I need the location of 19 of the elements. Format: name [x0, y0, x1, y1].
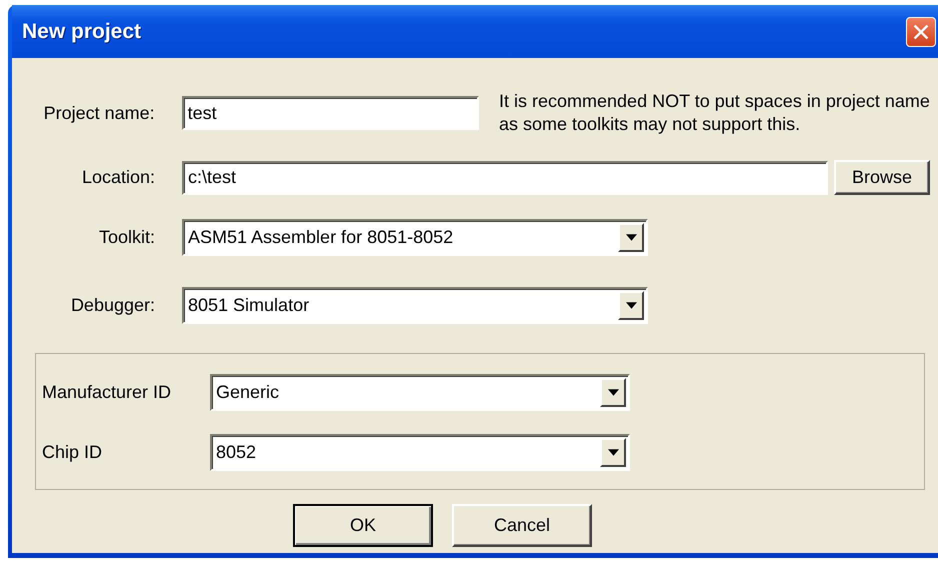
close-icon: [913, 24, 929, 40]
window-title: New project: [22, 20, 142, 44]
field-label: Debugger:: [70, 295, 155, 316]
field-label: Location:: [80, 167, 155, 188]
field-label: Toolkit:: [98, 227, 155, 248]
dropdown[interactable]: ASM51 Assembler for 8051-8052: [182, 219, 648, 256]
dropdown[interactable]: 8052: [210, 434, 630, 471]
close-button[interactable]: [906, 16, 936, 46]
field-label: Manufacturer ID: [42, 382, 172, 403]
dropdown[interactable]: Generic: [210, 374, 630, 411]
cancel-button[interactable]: Cancel: [452, 504, 592, 547]
location-field[interactable]: c:\test: [182, 160, 828, 194]
field-label: Project name:: [42, 102, 155, 124]
ok-button[interactable]: OK: [293, 504, 433, 547]
field-label: Chip ID: [42, 442, 104, 463]
dropdown[interactable]: 8051 Simulator: [182, 287, 648, 324]
browse-button[interactable]: Browse: [834, 160, 930, 195]
hint-text: It is recommended NOT to put spaces in project name as some toolkits may not support this.: [499, 90, 931, 136]
project-name-field[interactable]: test: [182, 96, 480, 130]
